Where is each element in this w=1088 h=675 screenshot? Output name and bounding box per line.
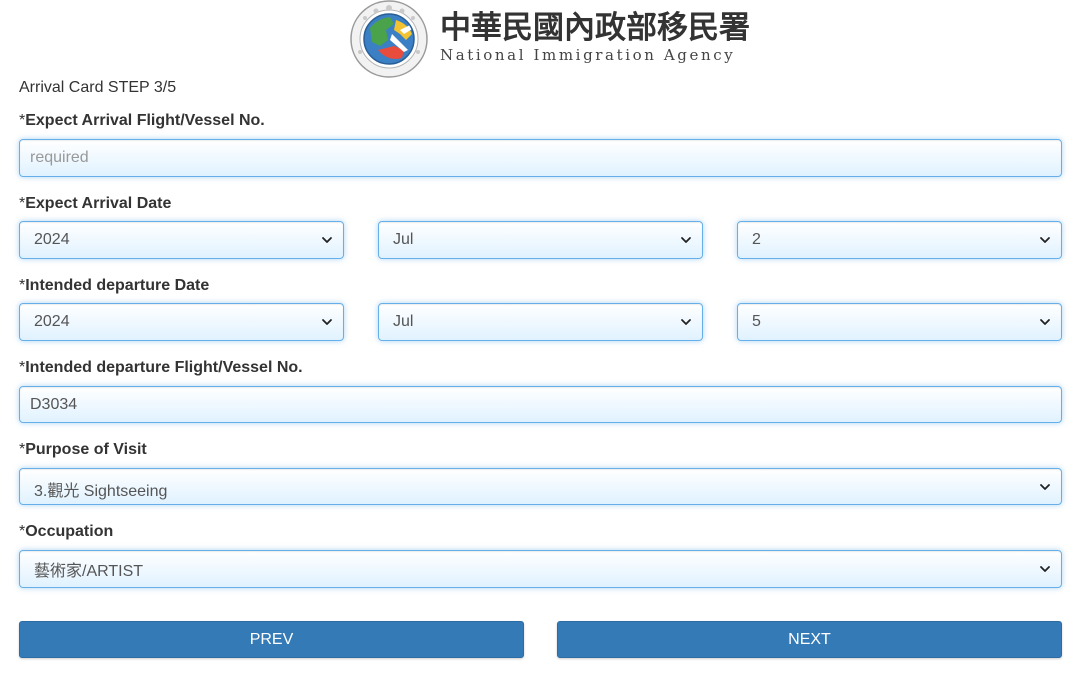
purpose-label: *Purpose of Visit xyxy=(19,441,147,458)
purpose-value: 3.觀光 Sightseeing xyxy=(34,482,168,500)
departure-day-select[interactable]: 5 xyxy=(737,303,1062,341)
departure-day-value: 5 xyxy=(752,313,761,330)
arrival-year-select[interactable]: 2024 xyxy=(19,221,344,259)
arrival-month-select[interactable]: Jul xyxy=(378,221,703,259)
chevron-down-icon xyxy=(321,234,333,246)
chevron-down-icon xyxy=(1039,481,1051,493)
departure-year-value: 2024 xyxy=(34,313,70,330)
chevron-down-icon xyxy=(1039,234,1051,246)
chevron-down-icon xyxy=(1039,563,1051,575)
agency-emblem-icon xyxy=(348,0,430,80)
departure-flight-value: D3034 xyxy=(30,395,78,413)
occupation-select[interactable]: 藝術家/ARTIST xyxy=(19,550,1062,588)
arrival-date-label: *Expect Arrival Date xyxy=(19,195,172,212)
arrival-day-value: 2 xyxy=(752,231,761,248)
next-button[interactable]: NEXT xyxy=(557,621,1062,658)
arrival-flight-input[interactable]: required xyxy=(19,139,1062,177)
arrival-month-value: Jul xyxy=(393,231,414,248)
agency-header: 中華民國內政部移民署 National Immigration Agency xyxy=(0,0,1088,80)
agency-name-english: National Immigration Agency xyxy=(440,46,736,64)
departure-year-select[interactable]: 2024 xyxy=(19,303,344,341)
departure-month-select[interactable]: Jul xyxy=(378,303,703,341)
step-title: Arrival Card STEP 3/5 xyxy=(19,79,177,96)
arrival-day-select[interactable]: 2 xyxy=(737,221,1062,259)
departure-flight-input[interactable]: D3034 xyxy=(19,386,1062,423)
arrival-year-value: 2024 xyxy=(34,231,70,248)
occupation-label: *Occupation xyxy=(19,523,114,540)
occupation-value: 藝術家/ARTIST xyxy=(34,563,144,580)
agency-name-chinese: 中華民國內政部移民署 xyxy=(440,10,750,46)
prev-button[interactable]: PREV xyxy=(19,621,524,658)
chevron-down-icon xyxy=(321,316,333,328)
arrival-flight-placeholder: required xyxy=(30,149,89,166)
purpose-select[interactable]: 3.觀光 Sightseeing xyxy=(19,468,1062,505)
chevron-down-icon xyxy=(680,316,692,328)
chevron-down-icon xyxy=(680,234,692,246)
chevron-down-icon xyxy=(1039,316,1051,328)
departure-date-label: *Intended departure Date xyxy=(19,277,210,294)
departure-flight-label: *Intended departure Flight/Vessel No. xyxy=(19,359,303,376)
departure-month-value: Jul xyxy=(393,313,414,330)
arrival-flight-label: *Expect Arrival Flight/Vessel No. xyxy=(19,112,265,129)
